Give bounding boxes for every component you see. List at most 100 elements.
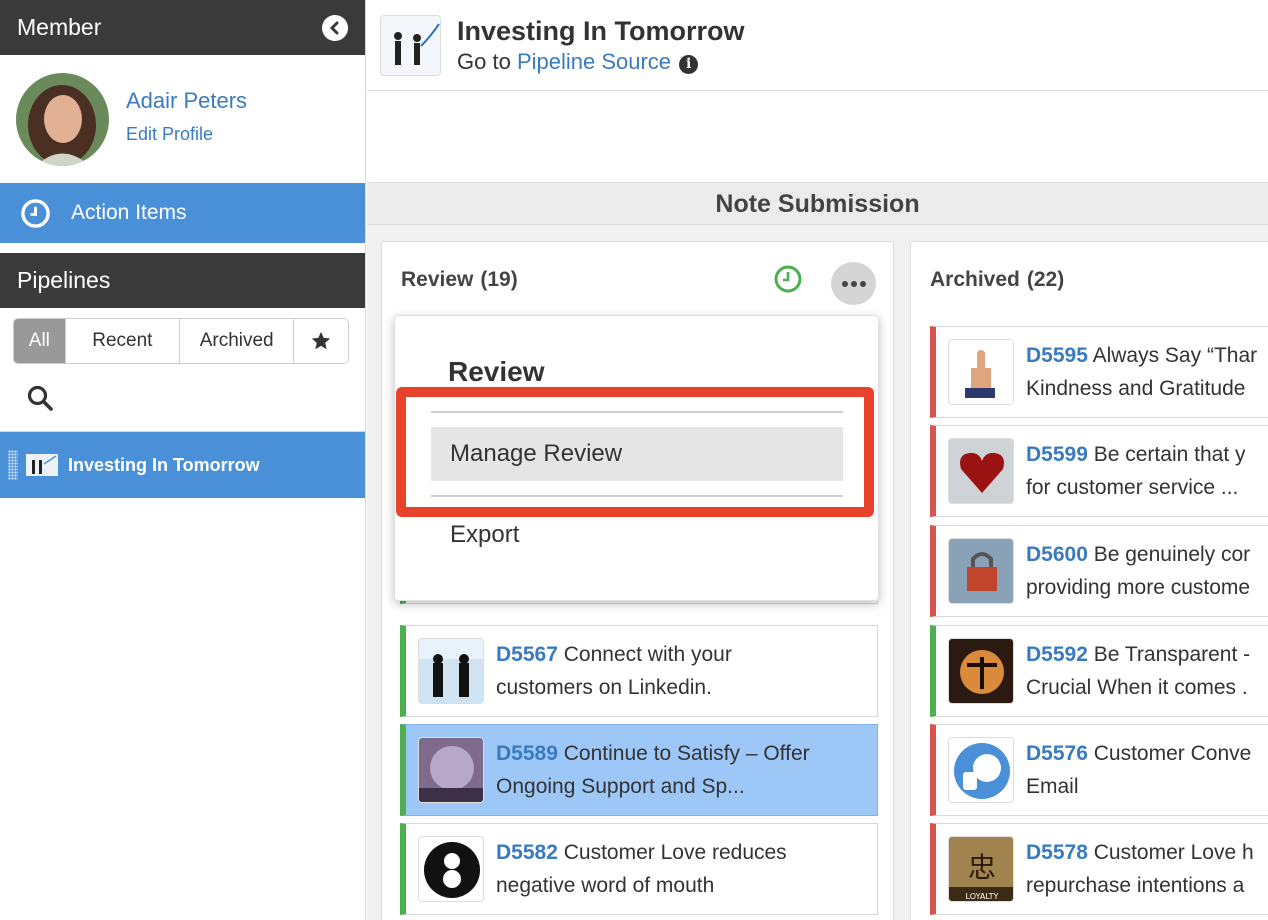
card-thumbnail (948, 638, 1014, 704)
card-title-line1: Customer Love reduces (563, 841, 787, 864)
star-icon (311, 331, 331, 350)
card-thumbnail (948, 538, 1014, 604)
card-code[interactable]: D5600 (1026, 543, 1088, 566)
action-items-button[interactable]: Action Items (0, 183, 365, 243)
card-title-line2: for customer service ... (1026, 476, 1239, 499)
card-thumbnail (948, 438, 1014, 504)
loyalty-label: LOYALTY (966, 892, 999, 901)
drag-handle[interactable] (8, 450, 18, 480)
archived-card[interactable]: D5592 Be Transparent - Crucial When it c… (930, 625, 1268, 717)
pipeline-item-label: Investing In Tomorrow (68, 454, 260, 475)
card-title-line1: Customer Love h (1093, 841, 1254, 864)
pipelines-header: Pipelines (0, 253, 365, 308)
pipeline-header: Investing In Tomorrow Go to Pipeline Sou… (367, 0, 1268, 91)
card-code[interactable]: D5567 (496, 643, 558, 666)
pipeline-source-link[interactable]: Pipeline Source (517, 49, 671, 74)
card-text: D5595 Always Say “Thar Kindness and Grat… (1026, 339, 1257, 405)
profile-panel: Adair Peters Edit Profile (0, 55, 365, 183)
menu-divider (431, 411, 843, 413)
action-items-label: Action Items (71, 201, 187, 224)
collapse-sidebar-button[interactable] (322, 14, 348, 41)
more-options-button[interactable] (831, 262, 876, 305)
edit-profile-link[interactable]: Edit Profile (126, 124, 247, 145)
archived-card[interactable]: D5595 Always Say “Thar Kindness and Grat… (930, 326, 1268, 418)
card-title-line1: Be Transparent - (1093, 643, 1251, 666)
card-title-line2: customers on Linkedin. (496, 676, 712, 699)
review-card-selected[interactable]: D5589 Continue to Satisfy – Offer Ongoin… (400, 724, 878, 816)
card-code[interactable]: D5578 (1026, 841, 1088, 864)
filter-all-button[interactable]: All (14, 319, 66, 363)
goto-prefix: Go to (457, 48, 511, 74)
review-column-header: Review (19) (382, 242, 893, 318)
review-column-label: Review (401, 268, 474, 291)
pipeline-filter-group: All Recent Archived (13, 318, 349, 364)
card-title-line1: Be certain that y (1093, 443, 1246, 466)
archived-card[interactable]: D5600 Be genuinely cor providing more cu… (930, 525, 1268, 617)
card-thumbnail (418, 836, 484, 902)
card-thumbnail (948, 339, 1014, 405)
archived-card[interactable]: 忠 LOYALTY D5578 Customer Love h repurchas… (930, 823, 1268, 915)
card-title-line2: Kindness and Gratitude (1026, 377, 1246, 400)
archived-card[interactable]: D5599 Be certain that y for customer ser… (930, 425, 1268, 517)
review-card[interactable]: D5567 Connect with your customers on Lin… (400, 625, 878, 717)
card-text: D5600 Be genuinely cor providing more cu… (1026, 538, 1250, 604)
card-code[interactable]: D5592 (1026, 643, 1088, 666)
pipeline-search (0, 364, 365, 432)
card-code[interactable]: D5599 (1026, 443, 1088, 466)
card-text: D5578 Customer Love h repurchase intenti… (1026, 836, 1254, 902)
pipeline-item[interactable]: Investing In Tomorrow (0, 432, 365, 498)
card-title-line2: repurchase intentions a (1026, 874, 1245, 897)
card-title-line2: Email (1026, 775, 1079, 798)
archived-column-count: (22) (1026, 268, 1065, 291)
archived-card[interactable]: D5576 Customer Conve Email (930, 724, 1268, 816)
card-code[interactable]: D5595 (1026, 344, 1088, 367)
info-icon[interactable]: i (679, 54, 699, 74)
profile-name-link[interactable]: Adair Peters (126, 88, 247, 114)
card-title-line1: Continue to Satisfy – Offer (563, 742, 810, 765)
review-options-menu: Review Manage Review Export (394, 315, 879, 601)
card-title-line2: negative word of mouth (496, 874, 715, 897)
card-thumbnail (418, 737, 484, 803)
card-title-line1: Always Say “Thar (1092, 344, 1258, 367)
card-code[interactable]: D5576 (1026, 742, 1088, 765)
avatar[interactable] (16, 72, 109, 166)
card-thumbnail (418, 638, 484, 704)
card-title-line2: Crucial When it comes . (1026, 676, 1248, 699)
card-code[interactable]: D5589 (496, 742, 558, 765)
pipeline-thumbnail (26, 454, 58, 476)
manage-review-menu-item[interactable]: Manage Review (431, 427, 843, 481)
export-menu-item[interactable]: Export (450, 521, 519, 549)
svg-text:忠: 忠 (968, 851, 996, 884)
card-thumbnail: 忠 LOYALTY (948, 836, 1014, 902)
card-text: D5599 Be certain that y for customer ser… (1026, 438, 1245, 504)
menu-title: Review (448, 356, 545, 387)
pipeline-title: Investing In Tomorrow (457, 15, 745, 46)
review-column-count: (19) (480, 268, 518, 291)
pipeline-logo (380, 14, 441, 76)
header-spacer (367, 91, 1268, 183)
pipelines-title: Pipelines (17, 267, 111, 293)
filter-archived-button[interactable]: Archived (180, 319, 295, 363)
member-title: Member (17, 14, 102, 40)
clock-icon (21, 198, 50, 228)
goto-line: Go to Pipeline Source i (457, 49, 745, 75)
card-text: D5592 Be Transparent - Crucial When it c… (1026, 638, 1250, 704)
filter-starred-button[interactable] (294, 319, 348, 363)
stage-title: Note Submission (367, 183, 1268, 225)
clock-icon[interactable] (773, 264, 803, 294)
card-title-line2: providing more custome (1026, 576, 1251, 599)
card-title-line2: Ongoing Support and Sp... (496, 775, 745, 798)
profile-info: Adair Peters Edit Profile (126, 88, 247, 145)
review-card[interactable]: D5582 Customer Love reduces negative wor… (400, 823, 878, 915)
archived-column-label: Archived (930, 268, 1020, 291)
card-text: D5582 Customer Love reduces negative wor… (496, 836, 787, 902)
card-title-line1: Customer Conve (1093, 742, 1252, 765)
menu-divider (431, 495, 843, 497)
search-icon[interactable] (26, 384, 54, 412)
archived-column-header: Archived (22) (911, 242, 1268, 318)
sidebar: Member Adair Peters Edit Profile Action … (0, 0, 366, 920)
card-text: D5567 Connect with your customers on Lin… (496, 638, 732, 704)
filter-recent-button[interactable]: Recent (65, 319, 180, 363)
member-header: Member (0, 0, 365, 55)
card-code[interactable]: D5582 (496, 841, 558, 864)
